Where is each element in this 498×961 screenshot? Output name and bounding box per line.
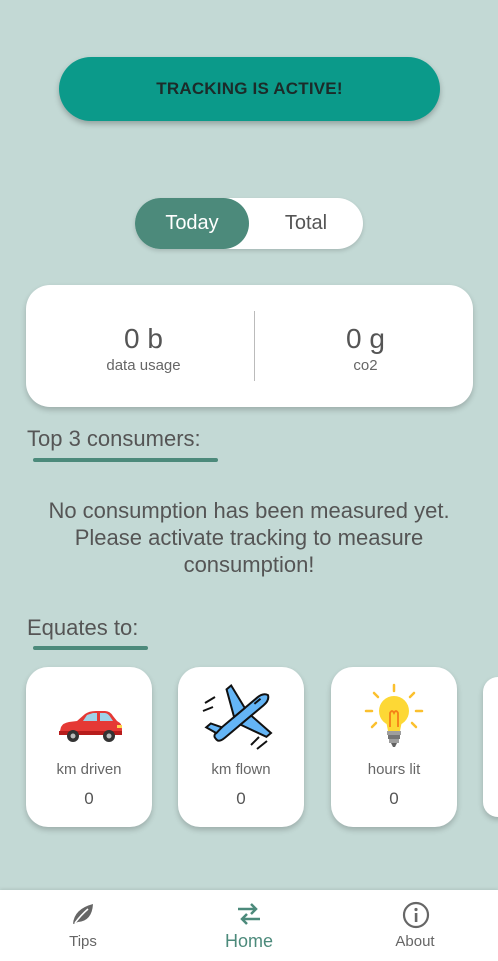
equates-card-car[interactable]: km driven 0 bbox=[26, 667, 152, 827]
nav-label: Home bbox=[224, 931, 273, 951]
card-value: 0 bbox=[236, 789, 246, 808]
nav-label: Tips bbox=[69, 933, 97, 950]
co2-value: 0 g bbox=[346, 323, 385, 354]
equates-title: Equates to: bbox=[27, 615, 139, 640]
tracking-button[interactable]: TRACKING IS ACTIVE! bbox=[59, 57, 440, 121]
top-consumers-underline bbox=[33, 458, 218, 462]
nav-tips[interactable]: Tips bbox=[0, 890, 166, 961]
leaf-icon bbox=[73, 904, 93, 924]
no-consumption-message: No consumption has been measured yet. Pl… bbox=[48, 498, 450, 577]
equates-card-airplane[interactable]: km flown 0 bbox=[178, 667, 304, 827]
card-label: km flown bbox=[211, 761, 271, 778]
co2-stat: 0 g co2 bbox=[254, 285, 477, 407]
period-toggle: Today Total bbox=[135, 198, 363, 249]
car-icon bbox=[59, 711, 122, 742]
co2-label: co2 bbox=[353, 357, 378, 374]
swap-arrows-icon bbox=[238, 903, 260, 925]
equates-underline bbox=[33, 646, 148, 650]
data-usage-value: 0 b bbox=[124, 323, 163, 354]
card-value: 0 bbox=[389, 789, 399, 808]
equates-card-partial[interactable] bbox=[483, 677, 498, 817]
data-usage-label: data usage bbox=[106, 357, 181, 374]
toggle-today[interactable]: Today bbox=[135, 198, 249, 249]
airplane-icon bbox=[202, 683, 273, 750]
card-value: 0 bbox=[84, 789, 94, 808]
card-label: hours lit bbox=[367, 761, 421, 778]
info-icon bbox=[402, 901, 430, 929]
lightbulb-icon bbox=[364, 683, 424, 747]
nav-label: About bbox=[395, 933, 435, 950]
stats-card: 0 b data usage 0 g co2 bbox=[26, 285, 473, 407]
toggle-total[interactable]: Total bbox=[249, 198, 363, 249]
bottom-navigation: Tips Home About bbox=[0, 890, 498, 961]
tracking-button-label: TRACKING IS ACTIVE! bbox=[156, 79, 343, 98]
nav-home[interactable]: Home bbox=[166, 890, 332, 961]
top-consumers-title: Top 3 consumers: bbox=[27, 426, 201, 451]
nav-about[interactable]: About bbox=[332, 890, 498, 961]
card-label: km driven bbox=[56, 761, 122, 778]
data-usage-stat: 0 b data usage bbox=[32, 285, 255, 407]
equates-card-lightbulb[interactable]: hours lit 0 bbox=[331, 667, 457, 827]
